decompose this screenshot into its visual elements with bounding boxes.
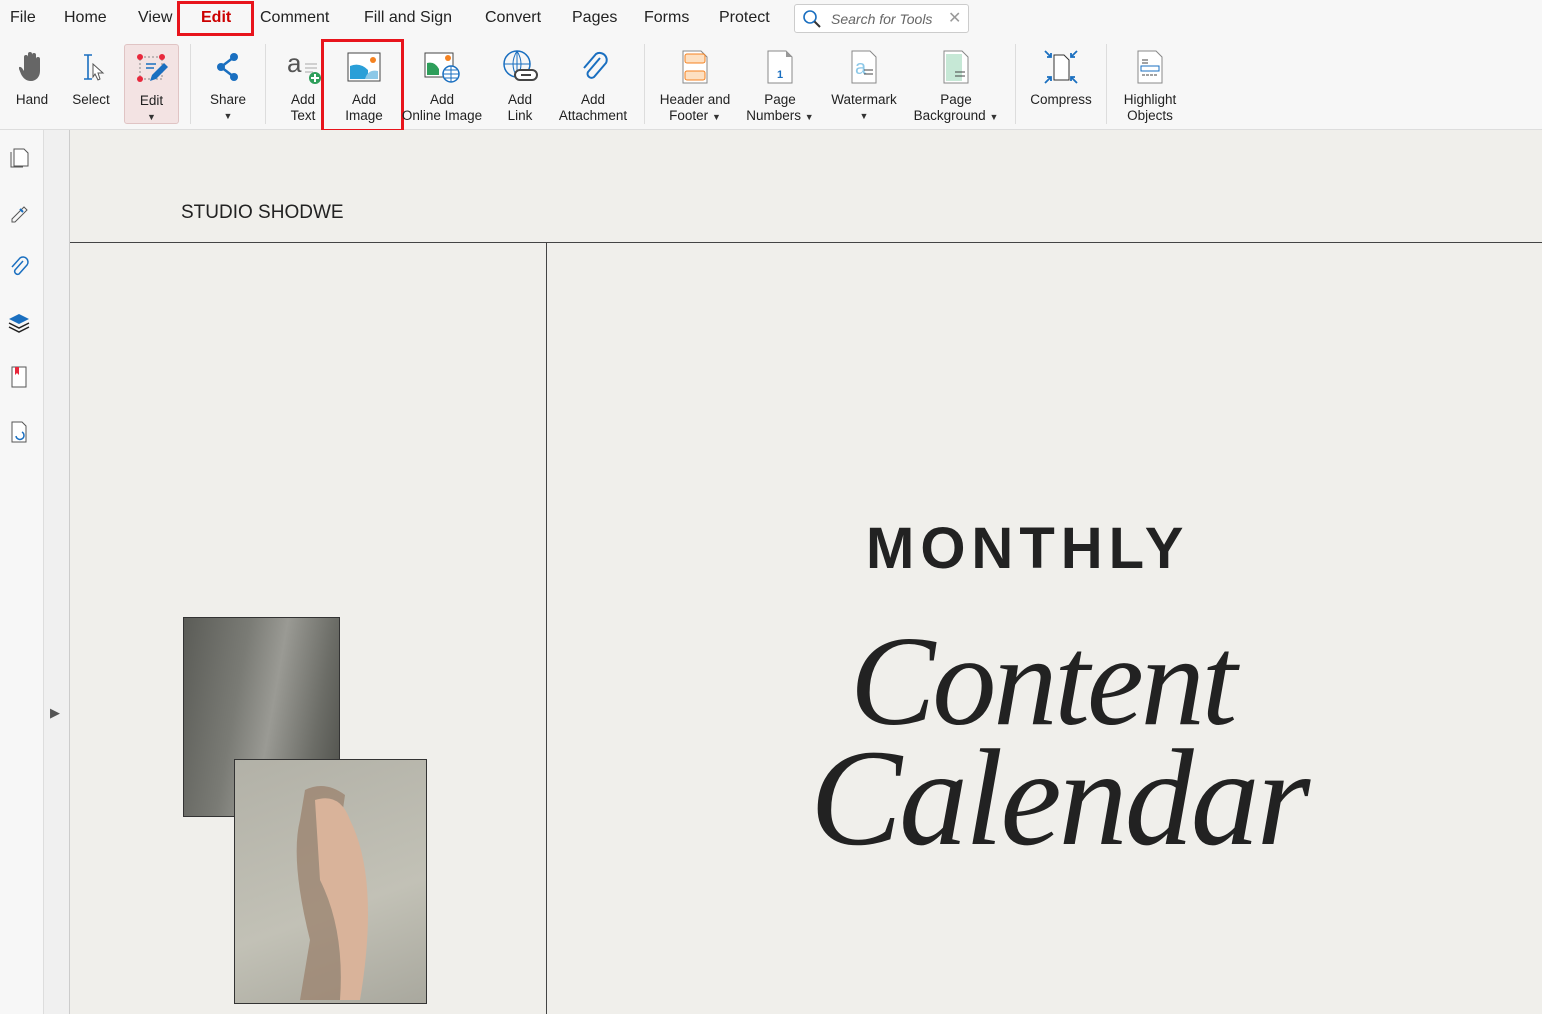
search-placeholder: Search for Tools [831, 11, 933, 27]
add-attachment-label-1: Add [580, 92, 606, 107]
select-tool-button[interactable]: Select [66, 42, 116, 108]
menu-convert[interactable]: Convert [485, 9, 541, 27]
text-cursor-icon [84, 54, 105, 81]
page-numbers-label-1: Page [764, 92, 796, 107]
menu-comment[interactable]: Comment [260, 9, 329, 27]
svg-text:1: 1 [777, 69, 783, 81]
menu-forms[interactable]: Forms [644, 9, 689, 27]
chevron-down-icon: ▼ [989, 112, 999, 122]
chevron-down-icon: ▼ [859, 111, 869, 121]
compress-button[interactable]: Compress [1026, 42, 1096, 108]
add-online-image-label-2: Online Image [401, 108, 483, 123]
hand-label: Hand [15, 92, 49, 107]
clear-search-icon[interactable]: ✕ [948, 8, 961, 28]
pages-thumbnail-icon[interactable] [8, 146, 30, 168]
search-tools-input[interactable]: Search for Tools ✕ [794, 4, 969, 33]
page-background-label-2: Background [913, 108, 986, 123]
pdf-page: STUDIO SHODWE MONTHLY Content Calendar [70, 130, 1542, 1014]
highlight-objects-button[interactable]: Highlight Objects [1116, 42, 1184, 124]
highlight-objects-label-1: Highlight [1123, 92, 1177, 107]
panel-collapse-gutter: ▶ [44, 130, 70, 1014]
chevron-down-icon: ▼ [711, 112, 721, 122]
share-label: Share [209, 92, 247, 107]
highlight-box-edit [177, 1, 254, 36]
highlight-objects-icon [1137, 50, 1163, 84]
add-text-label-1: Add [290, 92, 316, 107]
menu-pages[interactable]: Pages [572, 9, 617, 27]
signature-icon[interactable] [8, 201, 30, 223]
hand-holding-fabric-photo [234, 759, 427, 1004]
hand-tool-button[interactable]: Hand [8, 42, 56, 108]
select-label: Select [72, 92, 110, 107]
title-calendar: Calendar [810, 721, 1310, 874]
share-icon [217, 53, 238, 81]
menu-home[interactable]: Home [64, 9, 107, 27]
add-link-label-1: Add [507, 92, 533, 107]
left-sidebar [0, 130, 44, 1014]
chevron-down-icon: ▼ [804, 112, 814, 122]
paperclip-icon [583, 51, 608, 79]
document-compare-icon[interactable] [8, 421, 30, 443]
edit-object-icon [136, 54, 168, 82]
add-text-label-2: Text [290, 108, 316, 123]
page-numbers-label-2-row: Numbers ▼ [742, 108, 818, 125]
header-footer-label-2: Footer [669, 108, 709, 123]
monthly-heading: MONTHLY [866, 516, 1190, 581]
search-icon [803, 10, 821, 28]
page-background-icon [943, 50, 969, 84]
online-image-icon [424, 52, 460, 83]
page-background-label-2-row: Background ▼ [908, 108, 1004, 125]
header-divider [70, 242, 1542, 243]
page-number-icon: 1 [767, 50, 793, 84]
hand-illustration [296, 786, 368, 1000]
edit-tool-button[interactable]: Edit ▼ [124, 44, 179, 124]
add-online-image-button[interactable]: Add Online Image [400, 42, 484, 124]
watermark-icon: a [851, 50, 877, 84]
highlight-objects-label-2: Objects [1127, 108, 1173, 123]
chevron-down-icon: ▼ [223, 111, 233, 121]
edit-label: Edit [139, 93, 164, 108]
add-online-image-label-1: Add [429, 92, 455, 107]
chevron-down-icon: ▼ [147, 112, 156, 122]
page-background-label-1: Page [940, 92, 972, 107]
menu-protect[interactable]: Protect [719, 9, 770, 27]
add-attachment-label-2: Attachment [558, 108, 628, 123]
expand-panel-arrow-icon[interactable]: ▶ [50, 705, 60, 721]
add-text-button[interactable]: a Add Text [280, 42, 326, 124]
menu-fill-and-sign[interactable]: Fill and Sign [364, 9, 452, 27]
share-button[interactable]: Share ▼ [203, 42, 253, 124]
highlight-box-add-image [321, 39, 404, 132]
header-footer-icon [682, 50, 708, 84]
svg-text:a: a [855, 57, 867, 79]
layers-icon[interactable] [8, 311, 30, 333]
attachment-icon[interactable] [8, 256, 30, 278]
menu-bar: File Home View Edit Comment Fill and Sig… [0, 0, 1542, 38]
header-footer-label-2-row: Footer ▼ [654, 108, 736, 125]
page-numbers-label-2: Numbers [746, 108, 802, 123]
add-attachment-button[interactable]: Add Attachment [554, 42, 632, 124]
add-link-label-2: Link [507, 108, 533, 123]
hand-icon [19, 52, 40, 81]
column-divider [546, 242, 547, 1014]
ribbon-toolbar: Hand Select Edit ▼ Share ▼ a Add Text Ad… [0, 38, 1542, 132]
watermark-label: Watermark [831, 92, 897, 107]
svg-text:a: a [287, 50, 302, 78]
compress-label: Compress [1030, 92, 1092, 107]
header-footer-label-1: Header and [659, 92, 731, 107]
watermark-button[interactable]: a Watermark ▼ [828, 42, 900, 124]
page-numbers-button[interactable]: 1 Page Numbers ▼ [742, 42, 818, 125]
link-icon [503, 50, 538, 81]
menu-view[interactable]: View [138, 9, 172, 27]
page-background-button[interactable]: Page Background ▼ [908, 42, 1004, 125]
bookmark-icon[interactable] [8, 366, 30, 388]
menu-file[interactable]: File [10, 9, 36, 27]
studio-name: STUDIO SHODWE [181, 202, 344, 223]
add-link-button[interactable]: Add Link [496, 42, 544, 124]
compress-icon [1044, 50, 1078, 84]
header-footer-button[interactable]: Header and Footer ▼ [654, 42, 736, 125]
add-text-icon: a [287, 50, 321, 84]
